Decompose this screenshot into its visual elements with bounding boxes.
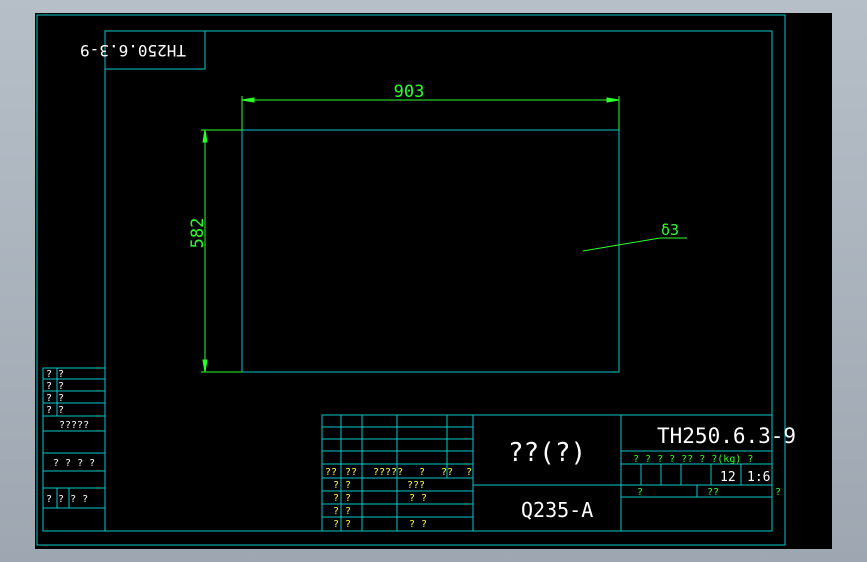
side-row4: ? ? <box>46 405 64 416</box>
cad-application: TH250.6.3-9 903 582 δ3 ? ? ? ? ? ? ? ? ?… <box>0 0 867 562</box>
side-row5: ????? <box>59 420 89 431</box>
sig-row1-c1: ? ? <box>333 480 351 491</box>
sig-row2-c1: ? ? <box>333 493 351 504</box>
mirrored-code-text: TH250.6.3-9 <box>80 41 186 60</box>
title-name: ??(?) <box>508 438 586 468</box>
side-row7: ? ? ? ? <box>46 494 88 505</box>
drawing-canvas: TH250.6.3-9 903 582 δ3 ? ? ? ? ? ? ? ? ?… <box>36 14 796 546</box>
sig-row2-c2: ? ? <box>409 493 427 504</box>
dimension-width <box>241 96 620 130</box>
sig-c6: ? <box>466 467 472 478</box>
sig-row1-c2: ??? <box>407 480 425 491</box>
side-row3: ? ? <box>46 393 64 404</box>
dimension-height-label: 582 <box>188 218 208 249</box>
side-row6: ? ? ? ? <box>53 458 95 469</box>
side-row1: ? ? <box>46 369 64 380</box>
dimension-width-label: 903 <box>394 82 425 102</box>
title-header-row: ? ? ? ? ?? ? ?(kg) ? <box>633 454 753 465</box>
sig-row4-c2: ? ? <box>409 519 427 530</box>
title-sheet-label2: ?? <box>707 487 719 498</box>
plate-outline <box>241 129 620 373</box>
title-material: Q235-A <box>521 498 593 522</box>
sig-c5: ?? <box>441 467 453 478</box>
drawing-viewport[interactable]: TH250.6.3-9 903 582 δ3 ? ? ? ? ? ? ? ? ?… <box>35 13 832 549</box>
title-sheet-label3: ? <box>775 487 781 498</box>
dimension-height <box>201 129 242 373</box>
side-row2: ? ? <box>46 381 64 392</box>
sig-c2: ?? <box>345 467 357 478</box>
title-code: TH250.6.3-9 <box>657 424 796 448</box>
title-sheet-label: ? <box>637 487 643 498</box>
sig-c4: ? <box>419 467 425 478</box>
sig-c3: ????? <box>373 467 403 478</box>
title-quantity: 12 <box>720 470 736 485</box>
sig-row4-c1: ? ? <box>333 519 351 530</box>
sig-c1: ?? <box>325 467 337 478</box>
sig-row3-c1: ? ? <box>333 506 351 517</box>
title-scale: 1:6 <box>747 470 770 485</box>
thickness-leader <box>582 237 687 252</box>
thickness-label: δ3 <box>661 221 679 239</box>
